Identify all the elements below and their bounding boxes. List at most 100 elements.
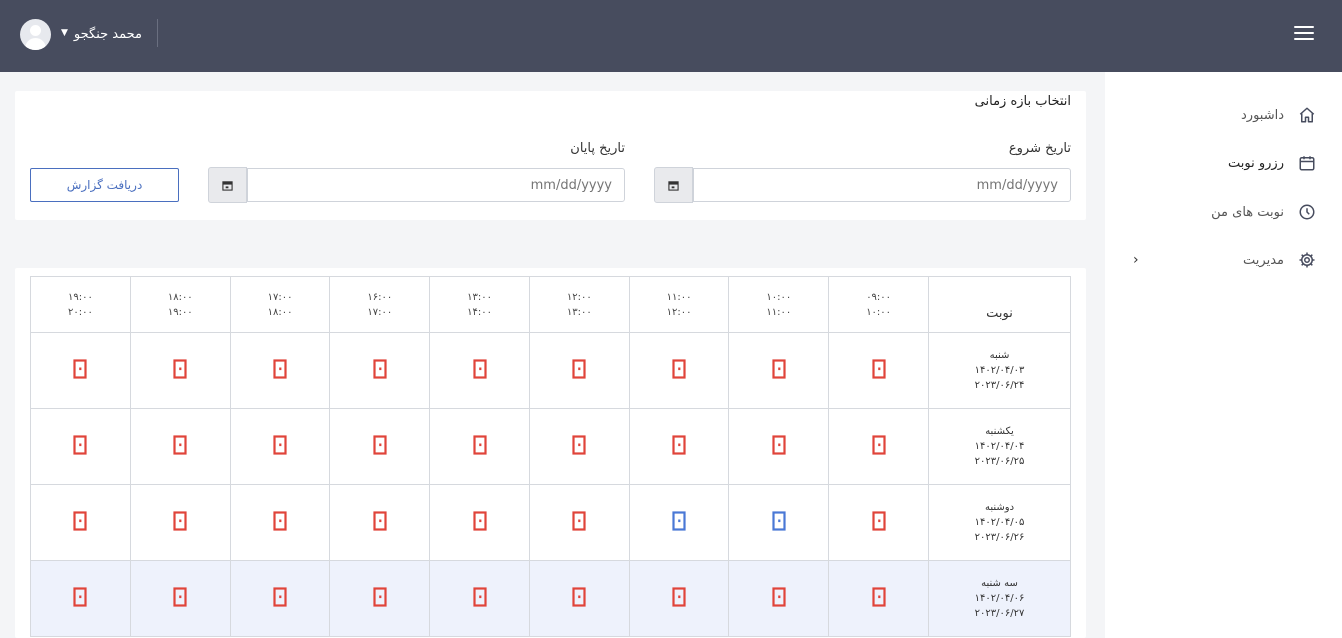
date-range-panel: انتخاب بازه زمانی تاریخ شروع تاریخ پایان… <box>15 91 1086 220</box>
door-closed-icon[interactable] <box>273 586 287 607</box>
chevron-down-icon[interactable]: ▼ <box>61 28 68 38</box>
day-day: سه شنبه <box>981 578 1018 589</box>
slot-cell[interactable] <box>628 332 730 409</box>
door-closed-icon[interactable] <box>173 434 187 455</box>
slot-cell[interactable] <box>828 560 929 637</box>
slot-start-time: ۰۹:۰۰ <box>866 291 892 303</box>
slot-cell[interactable] <box>628 484 730 561</box>
door-open-icon[interactable] <box>772 510 786 531</box>
chevron-left-icon[interactable]: ‹ <box>1133 252 1139 268</box>
slot-cell[interactable] <box>30 332 131 409</box>
door-closed-icon[interactable] <box>73 510 88 531</box>
slot-cell[interactable] <box>728 408 830 485</box>
door-closed-icon[interactable] <box>173 358 187 379</box>
end-date-input[interactable] <box>247 168 625 202</box>
door-closed-icon[interactable] <box>572 358 586 379</box>
slot-cell[interactable] <box>329 484 431 561</box>
door-closed-icon[interactable] <box>872 358 886 379</box>
door-closed-icon[interactable] <box>572 434 586 455</box>
door-closed-icon[interactable] <box>672 586 686 607</box>
slot-cell[interactable] <box>528 332 630 409</box>
door-closed-icon[interactable] <box>872 434 886 455</box>
door-closed-icon[interactable] <box>472 586 487 607</box>
door-closed-icon[interactable] <box>173 586 187 607</box>
start-date-input[interactable] <box>693 168 1071 202</box>
door-closed-icon[interactable] <box>872 586 886 607</box>
door-closed-icon[interactable] <box>472 358 487 379</box>
slot-cell[interactable] <box>30 560 131 637</box>
slot-cell[interactable] <box>329 560 431 637</box>
door-closed-icon[interactable] <box>472 434 487 455</box>
door-closed-icon[interactable] <box>73 586 88 607</box>
menu-icon[interactable] <box>1294 26 1314 42</box>
slot-end-time: ۱۳:۰۰ <box>566 306 592 318</box>
column-header-slot: ۱۸:۰۰ ۱۹:۰۰ <box>129 276 231 333</box>
user-name[interactable]: محمد جنگجو <box>74 27 142 42</box>
door-closed-icon[interactable] <box>772 358 786 379</box>
door-closed-icon[interactable] <box>73 358 88 379</box>
user-menu[interactable]: ▼ محمد جنگجو <box>20 18 142 50</box>
avatar[interactable] <box>20 18 51 50</box>
slot-cell[interactable] <box>728 560 830 637</box>
door-closed-icon[interactable] <box>173 510 187 531</box>
calendar-icon[interactable] <box>654 167 693 203</box>
slot-cell[interactable] <box>528 408 630 485</box>
door-closed-icon[interactable] <box>572 510 586 531</box>
slot-cell[interactable] <box>229 408 331 485</box>
door-closed-icon[interactable] <box>373 510 387 531</box>
slot-cell[interactable] <box>429 484 530 561</box>
slot-cell[interactable] <box>728 332 830 409</box>
sidebar-item-booking[interactable]: رزرو نوبت <box>1105 148 1342 178</box>
door-closed-icon[interactable] <box>373 358 387 379</box>
door-closed-icon[interactable] <box>872 510 886 531</box>
get-report-button[interactable]: دریافت گزارش <box>30 168 179 202</box>
schedule-table: نوبت ۰۹:۰۰ ۱۰:۰۰ ۱۰:۰۰ ۱۱:۰۰ ۱۱:۰۰ ۱۲:۰۰ ۱۲:۰۰… <box>30 276 1071 637</box>
slot-cell[interactable] <box>628 408 730 485</box>
day-jalali: ۱۴۰۲/۰۴/۰۳ <box>974 365 1025 376</box>
door-closed-icon[interactable] <box>472 510 487 531</box>
door-closed-icon[interactable] <box>273 358 287 379</box>
door-closed-icon[interactable] <box>672 434 686 455</box>
door-closed-icon[interactable] <box>373 586 387 607</box>
slot-cell[interactable] <box>429 332 530 409</box>
slot-cell[interactable] <box>828 332 929 409</box>
column-header-slot: ۱۷:۰۰ ۱۸:۰۰ <box>229 276 331 333</box>
slot-cell[interactable] <box>429 408 530 485</box>
slot-cell[interactable] <box>30 484 131 561</box>
slot-cell[interactable] <box>229 332 331 409</box>
slot-cell[interactable] <box>429 560 530 637</box>
gear-icon <box>1299 252 1315 268</box>
door-closed-icon[interactable] <box>572 586 586 607</box>
sidebar-item-dashboard[interactable]: داشبورد <box>1105 100 1342 130</box>
door-closed-icon[interactable] <box>672 358 686 379</box>
door-open-icon[interactable] <box>672 510 686 531</box>
door-closed-icon[interactable] <box>273 434 287 455</box>
door-closed-icon[interactable] <box>73 434 88 455</box>
slot-cell[interactable] <box>129 484 231 561</box>
slot-cell[interactable] <box>628 560 730 637</box>
slot-cell[interactable] <box>329 332 431 409</box>
door-closed-icon[interactable] <box>373 434 387 455</box>
sidebar-item-label: نوبت های من <box>1211 204 1284 220</box>
door-closed-icon[interactable] <box>772 586 786 607</box>
slot-end-time: ۱۲:۰۰ <box>666 306 692 318</box>
door-closed-icon[interactable] <box>273 510 287 531</box>
sidebar-item-management[interactable]: مدیریت ‹ <box>1105 245 1342 275</box>
slot-start-time: ۱۲:۰۰ <box>566 291 592 303</box>
slot-start-time: ۱۸:۰۰ <box>167 291 193 303</box>
slot-cell[interactable] <box>329 408 431 485</box>
slot-cell[interactable] <box>229 484 331 561</box>
door-closed-icon[interactable] <box>772 434 786 455</box>
slot-cell[interactable] <box>828 484 929 561</box>
slot-cell[interactable] <box>129 560 231 637</box>
calendar-icon[interactable] <box>208 167 247 203</box>
slot-cell[interactable] <box>528 484 630 561</box>
slot-cell[interactable] <box>30 408 131 485</box>
slot-cell[interactable] <box>528 560 630 637</box>
slot-cell[interactable] <box>229 560 331 637</box>
slot-cell[interactable] <box>828 408 929 485</box>
slot-cell[interactable] <box>129 408 231 485</box>
sidebar-item-my-appointments[interactable]: نوبت های من <box>1105 197 1342 227</box>
slot-cell[interactable] <box>728 484 830 561</box>
slot-cell[interactable] <box>129 332 231 409</box>
